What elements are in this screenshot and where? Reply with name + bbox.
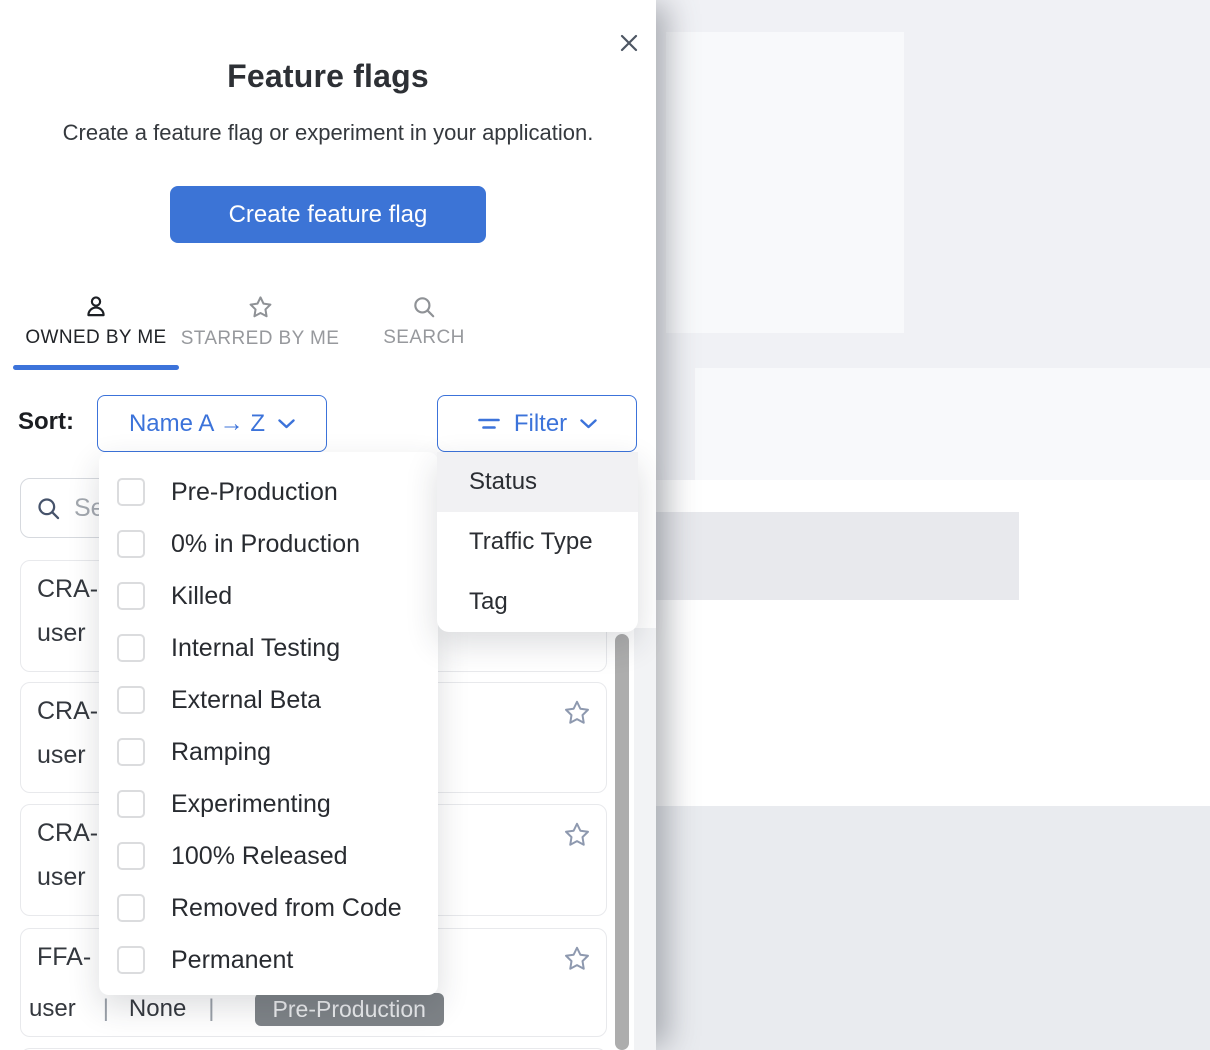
separator: | — [208, 995, 214, 1023]
sort-dropdown-button[interactable]: Name A → Z — [97, 395, 327, 452]
background-skeleton-bar — [656, 512, 1019, 600]
flag-traffic-type: user — [37, 741, 86, 770]
star-icon — [247, 294, 274, 321]
create-feature-flag-button[interactable]: Create feature flag — [170, 186, 486, 243]
search-icon — [411, 294, 437, 320]
checkbox-icon[interactable] — [117, 634, 145, 662]
chevron-down-icon — [278, 419, 295, 429]
checkbox-icon[interactable] — [117, 582, 145, 610]
flag-traffic-type: user — [37, 619, 86, 648]
star-toggle[interactable] — [562, 820, 592, 850]
tab-label: STARRED BY ME — [181, 328, 340, 350]
tab-label: OWNED BY ME — [25, 327, 166, 349]
sort-value: Name A → Z — [129, 410, 265, 438]
page-title: Feature flags — [0, 58, 656, 95]
tab-owned-by-me[interactable]: OWNED BY ME — [13, 294, 179, 370]
screen: Feature flags Create a feature flag or e… — [0, 0, 1210, 1050]
page-subtitle: Create a feature flag or experiment in y… — [0, 120, 656, 146]
feature-flags-panel: Feature flags Create a feature flag or e… — [0, 0, 656, 1050]
status-option-ramping[interactable]: Ramping — [99, 726, 438, 778]
tab-search[interactable]: SEARCH — [346, 294, 502, 370]
background-skeleton-block — [695, 368, 1210, 480]
checkbox-icon[interactable] — [117, 530, 145, 558]
flag-meta-row: user | None | Pre-Production — [29, 989, 444, 1029]
checkbox-icon[interactable] — [117, 946, 145, 974]
checkbox-icon[interactable] — [117, 738, 145, 766]
tab-starred-by-me[interactable]: STARRED BY ME — [186, 294, 334, 370]
star-icon — [562, 820, 592, 850]
search-icon — [35, 495, 62, 522]
chevron-down-icon — [580, 419, 597, 429]
status-option-0-in-production[interactable]: 0% in Production — [99, 518, 438, 570]
checkbox-icon[interactable] — [117, 478, 145, 506]
checkbox-icon[interactable] — [117, 790, 145, 818]
checkbox-icon[interactable] — [117, 842, 145, 870]
status-options-dropdown: Pre-Production 0% in Production Killed I… — [99, 452, 438, 995]
person-icon — [83, 294, 109, 320]
scrollbar-track — [634, 628, 656, 1050]
filter-label: Filter — [514, 410, 567, 438]
status-badge: Pre-Production — [255, 993, 444, 1026]
separator: | — [103, 995, 109, 1023]
filter-menu-dropdown: Status Traffic Type Tag — [437, 452, 638, 632]
status-option-experimenting[interactable]: Experimenting — [99, 778, 438, 830]
filter-option-traffic-type[interactable]: Traffic Type — [437, 512, 638, 572]
flag-traffic-type: user — [37, 863, 86, 892]
filter-option-tag[interactable]: Tag — [437, 572, 638, 632]
star-toggle[interactable] — [562, 944, 592, 974]
star-toggle[interactable] — [562, 698, 592, 728]
sort-label: Sort: — [18, 408, 74, 436]
status-option-removed-from-code[interactable]: Removed from Code — [99, 882, 438, 934]
close-button[interactable] — [611, 25, 647, 61]
tab-label: SEARCH — [383, 327, 465, 349]
status-option-100-released[interactable]: 100% Released — [99, 830, 438, 882]
scrollbar-thumb[interactable] — [615, 634, 629, 1050]
checkbox-icon[interactable] — [117, 686, 145, 714]
flag-tags: None — [129, 995, 186, 1023]
flag-name: CRA- — [37, 575, 98, 604]
filter-icon — [477, 415, 501, 433]
active-tab-underline — [13, 365, 179, 370]
status-option-pre-production[interactable]: Pre-Production — [99, 466, 438, 518]
star-icon — [562, 944, 592, 974]
filter-option-status[interactable]: Status — [437, 452, 638, 512]
checkbox-icon[interactable] — [117, 894, 145, 922]
status-option-killed[interactable]: Killed — [99, 570, 438, 622]
close-icon — [619, 33, 639, 53]
background-skeleton-block — [656, 806, 1210, 1050]
status-option-internal-testing[interactable]: Internal Testing — [99, 622, 438, 674]
flag-traffic-type: user — [29, 995, 76, 1023]
background-skeleton-block — [666, 32, 904, 333]
flag-name: FFA- — [37, 943, 91, 972]
status-option-permanent[interactable]: Permanent — [99, 934, 438, 986]
star-icon — [562, 698, 592, 728]
status-option-external-beta[interactable]: External Beta — [99, 674, 438, 726]
flag-name: CRA- — [37, 819, 98, 848]
filter-dropdown-button[interactable]: Filter — [437, 395, 637, 452]
flag-name: CRA- — [37, 697, 98, 726]
